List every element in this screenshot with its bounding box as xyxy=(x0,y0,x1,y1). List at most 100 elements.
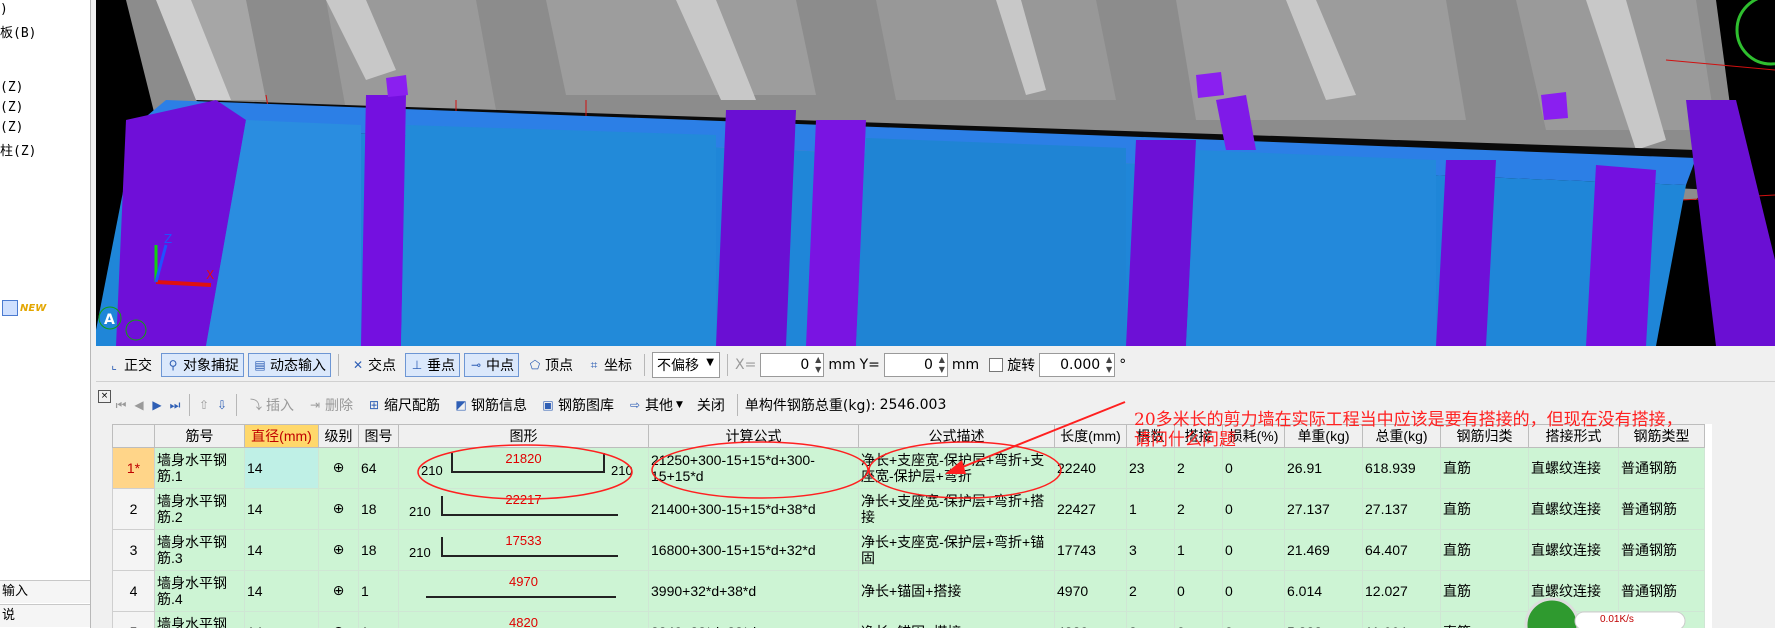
rotate-checkbox[interactable] xyxy=(989,357,1004,372)
row-number[interactable]: 4 xyxy=(112,570,155,612)
lap-cell[interactable]: 1 xyxy=(1174,529,1223,571)
category-cell[interactable]: 直筋 xyxy=(1440,611,1529,628)
shape-cell[interactable]: 210 21820 210 xyxy=(398,447,649,489)
tab-input[interactable]: 输入 xyxy=(0,580,90,603)
figure-no-cell[interactable]: 1 xyxy=(358,570,399,612)
table-row[interactable]: 3 墙身水平钢筋.3 14 ⊕ 18 210 17533 16800+300-1… xyxy=(112,529,1705,571)
lap-cell[interactable]: 2 xyxy=(1174,447,1223,489)
bar-name-cell[interactable]: 墙身水平钢筋.5 xyxy=(154,611,245,628)
formula-desc-cell[interactable]: 净长+支座宽-保护层+弯折+锚固 xyxy=(858,529,1055,571)
figure-no-cell[interactable]: 18 xyxy=(358,529,399,571)
diameter-cell[interactable]: 14 xyxy=(244,488,319,530)
category-cell[interactable]: 直筋 xyxy=(1440,488,1529,530)
last-record-icon[interactable]: ⏭ xyxy=(168,398,182,412)
intersection-button[interactable]: ✕ 交点 xyxy=(346,353,401,377)
y-offset-input[interactable]: 0 ▲ ▼ xyxy=(883,352,948,377)
3d-viewport[interactable]: Z X A xyxy=(96,0,1775,346)
rotate-input[interactable]: 0.000 ▲ ▼ xyxy=(1039,352,1116,377)
insert-button[interactable]: ⤵ 插入 xyxy=(244,393,299,417)
col-header-formula-desc[interactable]: 公式描述 xyxy=(858,424,1055,448)
diameter-cell[interactable]: 14 xyxy=(244,611,319,628)
bar-name-cell[interactable]: 墙身水平钢筋.4 xyxy=(154,570,245,612)
formula-cell[interactable]: 21400+300-15+15*d+38*d xyxy=(648,488,859,530)
length-cell[interactable]: 22240 xyxy=(1054,447,1127,489)
length-cell[interactable]: 17743 xyxy=(1054,529,1127,571)
vertex-button[interactable]: ⬠ 顶点 xyxy=(523,353,578,377)
object-snap-button[interactable]: ⚲ 对象捕捉 xyxy=(161,352,244,377)
total-weight-cell[interactable]: 11.664 xyxy=(1362,611,1441,628)
count-cell[interactable]: 2 xyxy=(1126,570,1175,612)
unit-weight-cell[interactable]: 21.469 xyxy=(1284,529,1363,571)
figure-no-cell[interactable]: 64 xyxy=(358,447,399,489)
formula-cell[interactable]: 16800+300-15+15*d+32*d xyxy=(648,529,859,571)
shape-cell[interactable]: 4970 xyxy=(398,570,649,612)
table-row[interactable]: 4 墙身水平钢筋.4 14 ⊕ 1 4970 3990+32*d+38*d 净长… xyxy=(112,570,1705,612)
new-feature-item[interactable]: NEW xyxy=(2,300,46,316)
tree-item[interactable]: (Z) xyxy=(0,120,23,135)
spinner-icon[interactable]: ▲ ▼ xyxy=(1106,355,1112,375)
rebar-type-cell[interactable]: 普通钢筋 xyxy=(1618,529,1705,571)
count-cell[interactable]: 2 xyxy=(1126,611,1175,628)
midpoint-button[interactable]: ⊸ 中点 xyxy=(464,352,519,377)
col-header-grade[interactable]: 级别 xyxy=(318,424,359,448)
formula-desc-cell[interactable]: 净长+锚固+搭接 xyxy=(858,570,1055,612)
rebar-library-button[interactable]: ▣ 钢筋图库 xyxy=(536,393,619,417)
row-number[interactable]: 2 xyxy=(112,488,155,530)
dynamic-input-button[interactable]: ▤ 动态输入 xyxy=(248,352,331,377)
lap-cell[interactable]: 0 xyxy=(1174,570,1223,612)
rebar-info-button[interactable]: ◩ 钢筋信息 xyxy=(449,393,532,417)
length-cell[interactable]: 4820 xyxy=(1054,611,1127,628)
category-cell[interactable]: 直筋 xyxy=(1440,570,1529,612)
bar-name-cell[interactable]: 墙身水平钢筋.1 xyxy=(154,447,245,489)
table-row[interactable]: 2 墙身水平钢筋.2 14 ⊕ 18 210 22217 21400+300-1… xyxy=(112,488,1705,530)
loss-cell[interactable]: 0 xyxy=(1222,529,1285,571)
col-header-diameter[interactable]: 直径(mm) xyxy=(244,424,319,448)
grade-cell[interactable]: ⊕ xyxy=(318,529,359,571)
bar-name-cell[interactable]: 墙身水平钢筋.3 xyxy=(154,529,245,571)
ortho-button[interactable]: ⌞ 正交 xyxy=(102,353,157,377)
col-header-length[interactable]: 长度(mm) xyxy=(1054,424,1127,448)
formula-cell[interactable]: 3990+32*d+38*d xyxy=(648,570,859,612)
first-record-icon[interactable]: ⏮ xyxy=(114,398,128,412)
count-cell[interactable]: 3 xyxy=(1126,529,1175,571)
close-button[interactable]: 关闭 xyxy=(692,393,730,417)
tree-item[interactable]: 柱(Z) xyxy=(0,140,36,159)
total-weight-cell[interactable]: 27.137 xyxy=(1362,488,1441,530)
lap-cell[interactable]: 0 xyxy=(1174,611,1223,628)
lap-type-cell[interactable]: 直螺纹连接 xyxy=(1528,447,1619,489)
diameter-cell[interactable]: 14 xyxy=(244,447,319,489)
category-cell[interactable]: 直筋 xyxy=(1440,529,1529,571)
move-up-icon[interactable]: ⇧ xyxy=(197,398,211,412)
rebar-type-cell[interactable]: 普通钢筋 xyxy=(1618,447,1705,489)
formula-desc-cell[interactable]: 净长+支座宽-保护层+弯折+支座宽-保护层+弯折 xyxy=(858,447,1055,489)
grade-cell[interactable]: ⊕ xyxy=(318,611,359,628)
formula-desc-cell[interactable]: 净长+支座宽-保护层+弯折+搭接 xyxy=(858,488,1055,530)
total-weight-cell[interactable]: 64.407 xyxy=(1362,529,1441,571)
formula-cell[interactable]: 21250+300-15+15*d+300-15+15*d xyxy=(648,447,859,489)
length-cell[interactable]: 4970 xyxy=(1054,570,1127,612)
prev-record-icon[interactable]: ◀ xyxy=(132,398,146,412)
lap-cell[interactable]: 2 xyxy=(1174,488,1223,530)
shape-cell[interactable]: 210 17533 xyxy=(398,529,649,571)
rebar-type-cell[interactable]: 普通钢筋 xyxy=(1618,488,1705,530)
move-down-icon[interactable]: ⇩ xyxy=(215,398,229,412)
tree-item[interactable]: (Z) xyxy=(0,80,23,95)
scale-rebar-button[interactable]: ⊞ 缩尺配筋 xyxy=(362,393,445,417)
perpendicular-button[interactable]: ⊥ 垂点 xyxy=(405,352,460,377)
bar-name-cell[interactable]: 墙身水平钢筋.2 xyxy=(154,488,245,530)
figure-no-cell[interactable]: 1 xyxy=(358,611,399,628)
grade-cell[interactable]: ⊕ xyxy=(318,570,359,612)
shape-cell[interactable]: 210 22217 xyxy=(398,488,649,530)
x-offset-input[interactable]: 0 ▲ ▼ xyxy=(760,352,825,377)
lap-type-cell[interactable]: 直螺纹连接 xyxy=(1528,570,1619,612)
unit-weight-cell[interactable]: 6.014 xyxy=(1284,570,1363,612)
lap-type-cell[interactable]: 直螺纹连接 xyxy=(1528,488,1619,530)
spinner-icon[interactable]: ▲ ▼ xyxy=(939,355,945,375)
delete-button[interactable]: ⇥ 删除 xyxy=(303,393,358,417)
unit-weight-cell[interactable]: 27.137 xyxy=(1284,488,1363,530)
count-cell[interactable]: 1 xyxy=(1126,488,1175,530)
diameter-cell[interactable]: 14 xyxy=(244,529,319,571)
formula-desc-cell[interactable]: 净长+锚固+搭接 xyxy=(858,611,1055,628)
tab-help[interactable]: 说 xyxy=(0,604,90,627)
spinner-icon[interactable]: ▲ ▼ xyxy=(815,355,821,375)
